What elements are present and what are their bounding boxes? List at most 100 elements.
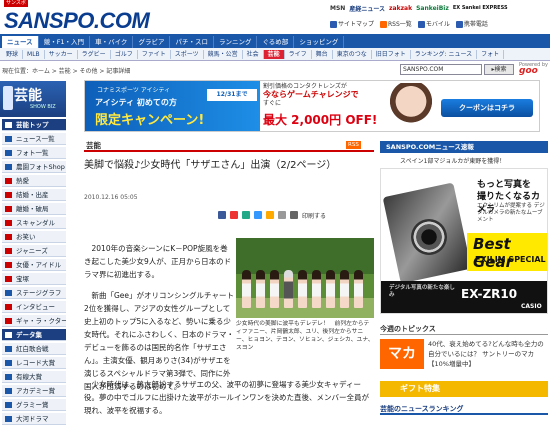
nav-tab[interactable]: ショッピング: [294, 36, 345, 48]
sidebar-item[interactable]: ジャニーズ: [2, 245, 66, 257]
sidebar-subtitle: SHOW BIZ: [30, 104, 56, 110]
coupon-button[interactable]: クーポンはコチラ: [441, 99, 533, 117]
subnav-tab[interactable]: ラグビー: [78, 49, 111, 59]
nav-tab[interactable]: 車・バイク: [90, 36, 134, 48]
bullet-icon: [5, 304, 12, 310]
twitter-icon[interactable]: [254, 211, 262, 219]
sidebar-item[interactable]: グラミー賞: [2, 399, 66, 411]
nav-tab[interactable]: ランニング: [214, 36, 258, 48]
star-icon[interactable]: [266, 211, 274, 219]
ranking-header[interactable]: 芸能のニュースランキング: [380, 403, 548, 415]
article-photo[interactable]: [236, 238, 374, 318]
sitemap-link[interactable]: サイトマップ: [330, 19, 374, 28]
mixi-icon[interactable]: [242, 211, 250, 219]
subnav-tab[interactable]: スポーツ: [171, 49, 204, 59]
search-input[interactable]: SANSPO.COM: [400, 64, 482, 75]
site-header: サンスポ SANSPO.COM MSN 産経ニュース zakzak Sankei…: [0, 0, 550, 34]
nav-tab[interactable]: ぐるめ部: [257, 36, 295, 48]
subnav-tab[interactable]: 野球: [2, 49, 24, 59]
subnav-tab[interactable]: 競馬・公営: [204, 49, 243, 59]
sidebar-item[interactable]: ギャ・ラ・クター: [2, 315, 66, 327]
partner-links: MSN 産経ニュース zakzak SankeiBiz EX Sankei EX…: [330, 2, 550, 14]
nav-tab[interactable]: 競・F1・入門: [39, 36, 91, 48]
sidebar-item[interactable]: 宝塚: [2, 273, 66, 285]
subnav-tab[interactable]: ファイト: [138, 49, 171, 59]
nav-tab[interactable]: グラビア: [133, 36, 171, 48]
phone-link[interactable]: 携帯電話: [455, 19, 488, 28]
bullet-icon: [5, 402, 12, 408]
bullet-icon: [5, 318, 12, 324]
sidebar-item[interactable]: アカデミー賞: [2, 385, 66, 397]
powered-by: Powered by goo: [519, 62, 548, 76]
sidebar-item-label: 結婚・出産: [16, 191, 49, 199]
sidebar-item[interactable]: 紅白歌合戦: [2, 343, 66, 355]
bullet-icon: [5, 388, 12, 394]
partner-link[interactable]: SankeiBiz: [416, 5, 449, 12]
subnav-tab-entertainment[interactable]: 芸能: [263, 49, 285, 59]
subnav-tab[interactable]: ゴルフ: [111, 49, 138, 59]
breadcrumb[interactable]: 現在位置：ホーム > 芸能 > その他 > 記事詳細: [2, 66, 130, 75]
partner-link[interactable]: 産経ニュース: [349, 4, 385, 13]
sidebar-item-label: インタビュー: [16, 303, 55, 311]
print-link[interactable]: 印刷する: [302, 211, 326, 220]
sidebar-item[interactable]: インタビュー: [2, 301, 66, 313]
sidebar-item[interactable]: データ集: [2, 329, 66, 341]
print-icon[interactable]: [290, 211, 298, 219]
left-sidebar: 芸能 SHOW BIZ 芸能トップニュース一覧 フォト一覧農園フォトShop 熱愛結…: [0, 81, 68, 434]
sidebar-item[interactable]: 有線大賞: [2, 371, 66, 383]
search-button[interactable]: ▸検索: [484, 64, 514, 75]
partner-link[interactable]: MSN: [330, 5, 345, 12]
nav-tab-news[interactable]: ニュース: [2, 36, 39, 48]
sidebar-item[interactable]: 熱愛: [2, 175, 66, 187]
subnav-tab[interactable]: ランキング: ニュース: [411, 49, 478, 59]
subnav-tab[interactable]: 旧日フォト: [372, 49, 411, 59]
sidebar-header: 芸能 SHOW BIZ: [0, 81, 66, 117]
nav-tab[interactable]: パチ・スロ: [170, 36, 214, 48]
mail-icon[interactable]: [278, 211, 286, 219]
news-ticker[interactable]: スペイン1部マジョルカが東野を獲得！: [400, 156, 548, 165]
subnav-tab[interactable]: 社会: [243, 49, 264, 59]
utility-links: サイトマップ RSS一覧 モバイル 携帯電話: [330, 17, 550, 29]
subnav-tab[interactable]: MLB: [23, 49, 45, 59]
ad-banner[interactable]: コナミスポーツ アイシティ アイシティ 初めての方 限定キャンペーン! 12/3…: [84, 80, 540, 132]
sidebar-item[interactable]: お笑い: [2, 231, 66, 243]
partner-link[interactable]: zakzak: [389, 5, 412, 12]
person-figure: [354, 270, 363, 308]
news-flash-header[interactable]: SANSPO.COMニュース速報: [380, 141, 548, 153]
bullet-icon: [5, 192, 12, 198]
rss-link[interactable]: RSS一覧: [380, 19, 412, 28]
campaign-date: 12/31まで: [207, 89, 257, 101]
article-paragraph: 少女時代は、鶴太郎扮するサザエの父、波平の初夢に登場する美少女キャディー役。夢の…: [84, 380, 369, 415]
bullet-icon: [5, 374, 12, 380]
bookmark-icon[interactable]: [230, 211, 238, 219]
banner-campaign: コナミスポーツ アイシティ アイシティ 初めての方 限定キャンペーン! 12/3…: [85, 81, 260, 131]
topic-text[interactable]: 40代、衰え始めてる?どんな時も全力の自分でいるには？ サントリーのマカ【10%…: [428, 339, 548, 369]
sidebar-item[interactable]: 農園フォトShop: [2, 161, 66, 173]
subnav-tab[interactable]: フォト: [477, 49, 505, 59]
rss-badge[interactable]: RSS: [346, 141, 361, 149]
sidebar-item[interactable]: 大河ドラマ: [2, 413, 66, 425]
sidebar-item-label: ジャニーズ: [16, 247, 48, 255]
person-figure: [326, 270, 335, 308]
mobile-link[interactable]: モバイル: [417, 19, 450, 28]
sidebar-item[interactable]: ステージグラフ: [2, 287, 66, 299]
sidebar-item[interactable]: ニュース一覧: [2, 133, 66, 145]
subnav-tab[interactable]: 舞台: [312, 49, 333, 59]
subnav-tab[interactable]: 東京のつな: [333, 49, 372, 59]
partner-link[interactable]: EX Sankei EXPRESS: [453, 5, 508, 11]
sidebar-item[interactable]: 芸能トップ: [2, 119, 66, 131]
share-icon[interactable]: [218, 211, 226, 219]
sidebar-item[interactable]: レコード大賞: [2, 357, 66, 369]
subnav-tab[interactable]: サッカー: [45, 49, 78, 59]
sidebar-item[interactable]: フォト一覧: [2, 147, 66, 159]
sidebar-item[interactable]: スキャンダル: [2, 217, 66, 229]
topic-image[interactable]: マカ: [380, 339, 424, 369]
gift-banner[interactable]: ギフト特集: [380, 381, 548, 397]
sidebar-item-label: スキャンダル: [16, 219, 55, 227]
site-logo[interactable]: SANSPO.COM: [4, 8, 150, 34]
camera-ad[interactable]: もっと写真を 撮りたくなるカメラ エクシリムが提案する デジタルカメラの新たなム…: [380, 168, 548, 314]
sidebar-item[interactable]: 女優・アイドル: [2, 259, 66, 271]
sidebar-item[interactable]: 結婚・出産: [2, 189, 66, 201]
subnav-tab[interactable]: ライフ: [285, 49, 312, 59]
sidebar-item[interactable]: 離婚・破局: [2, 203, 66, 215]
